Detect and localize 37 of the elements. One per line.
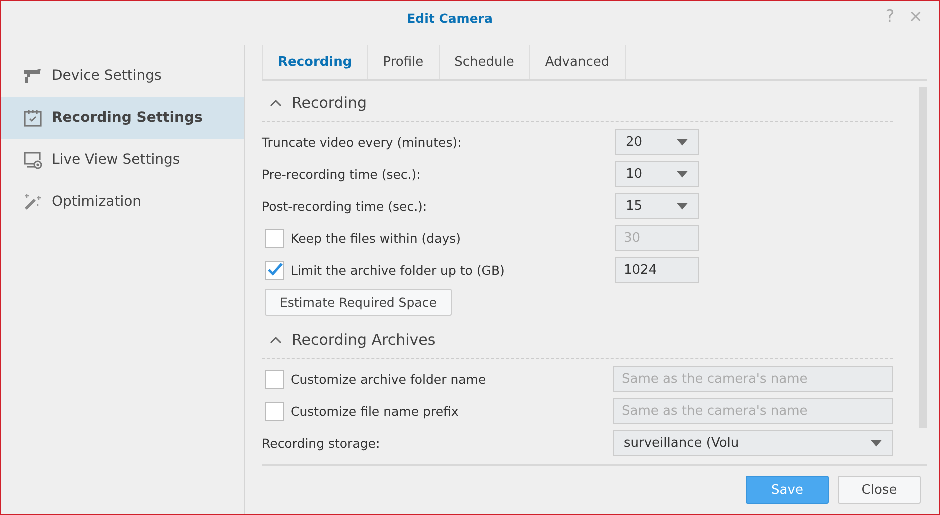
window-title: Edit Camera [407, 11, 493, 26]
checkbox[interactable] [265, 260, 284, 280]
checkbox-label: Customize archive folder name [291, 372, 486, 386]
caret-icon [871, 440, 882, 446]
sidebar-item[interactable]: Optimization [1, 181, 244, 223]
section-title: Recording Archives [292, 331, 436, 349]
magic-wand-icon [23, 192, 43, 212]
sidebar-item[interactable]: Recording Settings [1, 97, 244, 139]
field-label: Pre-recording time (sec.): [262, 166, 421, 182]
checkbox-label: Customize file name prefix [291, 404, 459, 418]
chevron-up-icon[interactable] [270, 336, 282, 344]
field-label: Truncate video every (minutes): [262, 134, 462, 150]
camera-icon [23, 66, 43, 86]
section-title: Recording [292, 94, 368, 112]
checkbox-label: Keep the files within (days) [291, 230, 462, 246]
sidebar-item[interactable]: Device Settings [1, 55, 244, 97]
caret-icon [677, 138, 688, 146]
caret-icon [677, 170, 688, 178]
checkbox-label: Limit the archive folder up to (GB) [291, 262, 505, 278]
tab[interactable]: Schedule [438, 45, 530, 79]
caret-icon [677, 202, 688, 210]
dropdown[interactable]: 20 [615, 129, 699, 155]
estimate-button[interactable]: Estimate Required Space [265, 288, 452, 316]
dropdown[interactable]: 15 [615, 193, 699, 219]
input-field[interactable]: 1024 [615, 257, 699, 283]
chevron-up-icon[interactable] [270, 99, 282, 107]
sidebar-item[interactable]: Live View Settings [1, 139, 244, 181]
tab[interactable]: Recording [262, 45, 368, 79]
close-button[interactable]: Close [838, 476, 921, 504]
field-label: Post-recording time (sec.): [262, 198, 428, 214]
field-label: Recording storage: [262, 436, 380, 450]
dropdown[interactable]: surveillance (Volu [613, 430, 893, 456]
tab[interactable]: Advanced [529, 45, 626, 79]
calendar-icon [23, 108, 43, 128]
dropdown[interactable]: 10 [615, 161, 699, 187]
monitor-icon [23, 150, 43, 170]
tab[interactable]: Profile [367, 45, 439, 79]
